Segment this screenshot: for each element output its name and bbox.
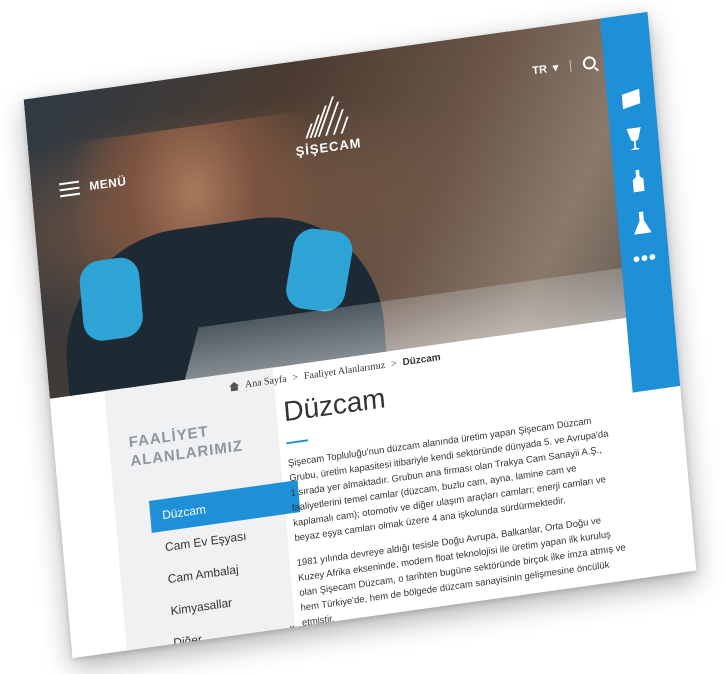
divider: [569, 59, 572, 72]
main-content: Düzcam Şişecam Topluluğu'nun düzcam alan…: [282, 351, 630, 641]
search-icon[interactable]: [582, 55, 597, 71]
flask-icon[interactable]: [632, 210, 652, 234]
glassware-icon[interactable]: [625, 127, 645, 151]
sidebar: FAALİYET ALANLARIMIZ Düzcam Cam Ev Eşyas…: [104, 367, 301, 651]
flat-glass-icon[interactable]: [621, 89, 640, 109]
hamburger-icon: [59, 180, 81, 198]
logo-mark-icon: [301, 92, 350, 139]
breadcrumb-separator: >: [292, 372, 299, 384]
sidebar-item-label: Diğer: [172, 631, 203, 650]
chevron-down-icon: ⌄: [287, 619, 297, 632]
home-icon[interactable]: [229, 381, 240, 391]
sidebar-title: FAALİYET ALANLARIMIZ: [128, 423, 244, 471]
more-icon[interactable]: •••: [632, 246, 658, 271]
chevron-down-icon: ▾: [552, 61, 559, 75]
title-underline: [286, 439, 309, 445]
page-screenshot: MENÜ ŞİŞECAM TR ▾ ••• FAALİYET ALANLARIM…: [23, 11, 697, 659]
breadcrumb-separator: >: [390, 358, 398, 370]
bottle-icon[interactable]: [628, 169, 648, 193]
language-label: TR: [531, 62, 548, 77]
sisecam-logo[interactable]: ŞİŞECAM: [284, 90, 368, 160]
sidebar-nav: Düzcam Cam Ev Eşyası Cam Ambalaj Kimyasa…: [148, 480, 312, 658]
breadcrumb-current: Düzcam: [402, 352, 442, 369]
breadcrumb-faaliyet[interactable]: Faaliyet Alanlarımız: [304, 360, 386, 382]
